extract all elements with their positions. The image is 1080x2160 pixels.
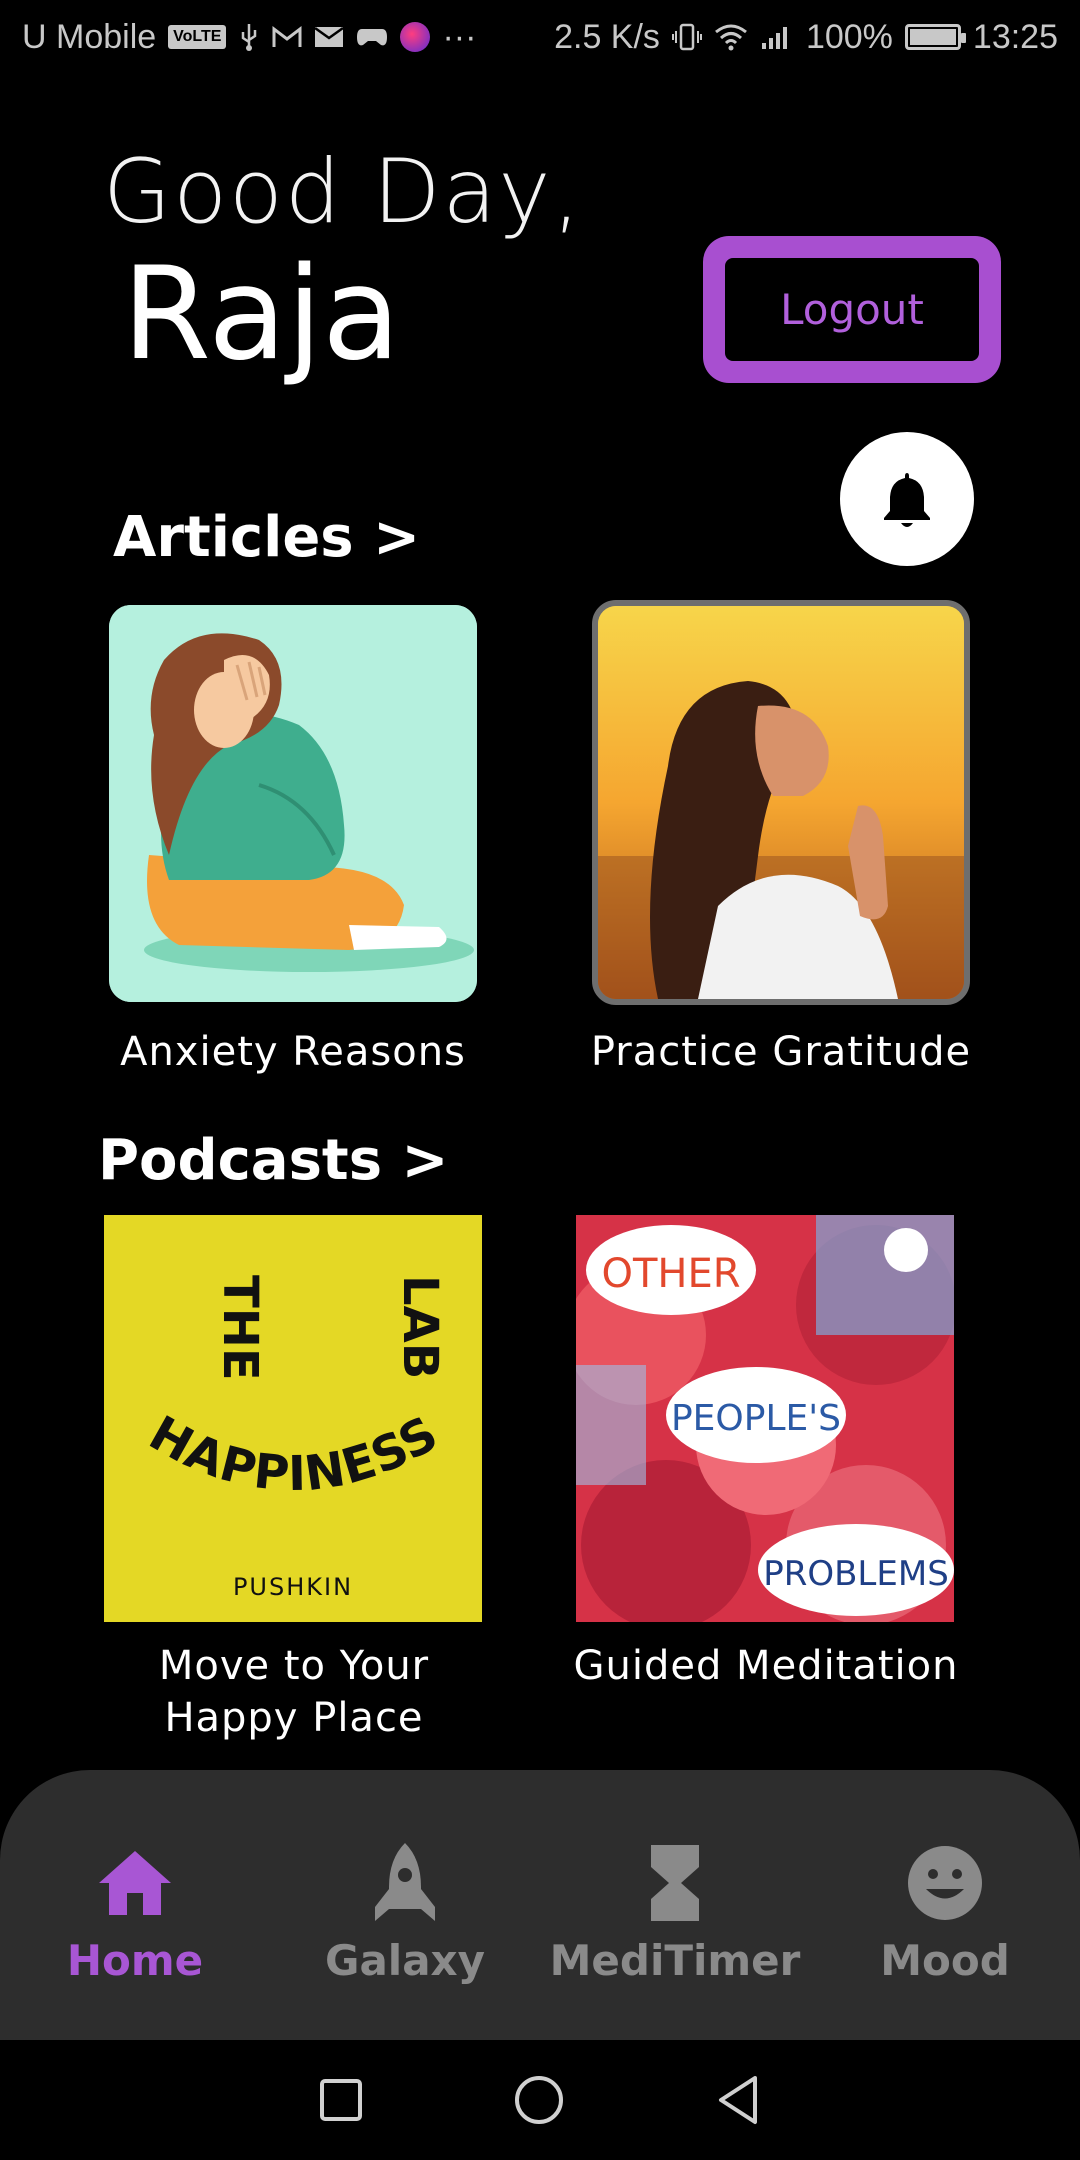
greeting-text: Good Day, [103,140,583,243]
logout-label: Logout [725,258,979,361]
svg-text:PROBLEMS: PROBLEMS [763,1554,949,1594]
nav-mood-label: Mood [880,1936,1010,1985]
svg-text:PEOPLE'S: PEOPLE'S [671,1398,841,1439]
volte-badge: VoLTE [168,25,227,49]
svg-text:OTHER: OTHER [601,1251,740,1297]
notifications-button[interactable] [840,432,974,566]
podcast-caption: Move to Your Happy Place [90,1640,498,1744]
carrier-name: U Mobile [22,17,157,56]
back-triangle-icon [719,2076,757,2124]
circle-icon [515,2076,563,2124]
nav-galaxy[interactable]: Galaxy [270,1770,540,2040]
hourglass-icon [649,1840,701,1926]
smiley-icon [906,1840,984,1926]
nav-meditimer-label: MediTimer [549,1936,801,1985]
status-right: 2.5 K/s 100% 13:25 [554,18,1058,57]
svg-text:PUSHKIN: PUSHKIN [233,1573,353,1601]
nav-home-label: Home [66,1936,204,1985]
user-name: Raja [122,240,401,389]
articles-section-title[interactable]: Articles > [113,505,420,570]
game-controller-icon [356,25,388,49]
clock: 13:25 [972,17,1058,56]
wifi-icon [714,23,748,51]
svg-text:LAB: LAB [392,1275,448,1379]
bottom-navigation: Home Galaxy MediTimer Mood [0,1770,1080,2040]
square-icon [320,2079,362,2121]
more-notifications-icon: ··· [442,17,477,56]
podcast-cover-other-peoples-problems: OTHER PEOPLE'S PROBLEMS [576,1215,954,1622]
article-caption: Anxiety Reasons [120,1029,466,1075]
mail-icon [314,25,345,49]
status-left: U Mobile VoLTE ··· [22,18,476,57]
podcasts-section-title[interactable]: Podcasts > [98,1128,448,1193]
podcast-caption-line-1: Move to Your [158,1643,430,1689]
podcast-caption-line-2: Happy Place [164,1695,424,1741]
status-bar: U Mobile VoLTE ··· 2.5 K/s 100% 13:25 [0,0,1080,74]
podcast-cover-happiness-lab: THE LAB HAPPINESS PUSHKIN [104,1215,482,1622]
recent-apps-button[interactable] [319,2078,363,2122]
podcast-caption: Guided Meditation [573,1643,959,1689]
gmail-icon [272,25,302,49]
back-button[interactable] [715,2074,761,2126]
home-icon [97,1840,173,1926]
battery-icon [904,24,966,50]
nav-mood[interactable]: Mood [810,1770,1080,2040]
vibrate-icon [671,22,702,52]
svg-text:THE: THE [212,1275,268,1381]
bell-icon [884,473,930,527]
system-navigation-bar [0,2040,1080,2160]
nav-galaxy-label: Galaxy [324,1936,486,1985]
usb-icon [238,22,260,52]
nav-home[interactable]: Home [0,1770,270,2040]
article-caption: Practice Gratitude [590,1029,972,1075]
nav-meditimer[interactable]: MediTimer [540,1770,810,2040]
article-thumbnail-anxiety [109,605,477,1002]
signal-icon [760,23,794,51]
battery-percentage: 100% [805,17,893,56]
lazada-app-icon [400,22,431,52]
article-thumbnail-gratitude [592,600,970,1005]
rocket-icon [373,1840,437,1926]
network-speed: 2.5 K/s [554,17,660,56]
home-system-button[interactable] [513,2074,565,2126]
logout-button[interactable]: Logout [703,236,1001,383]
